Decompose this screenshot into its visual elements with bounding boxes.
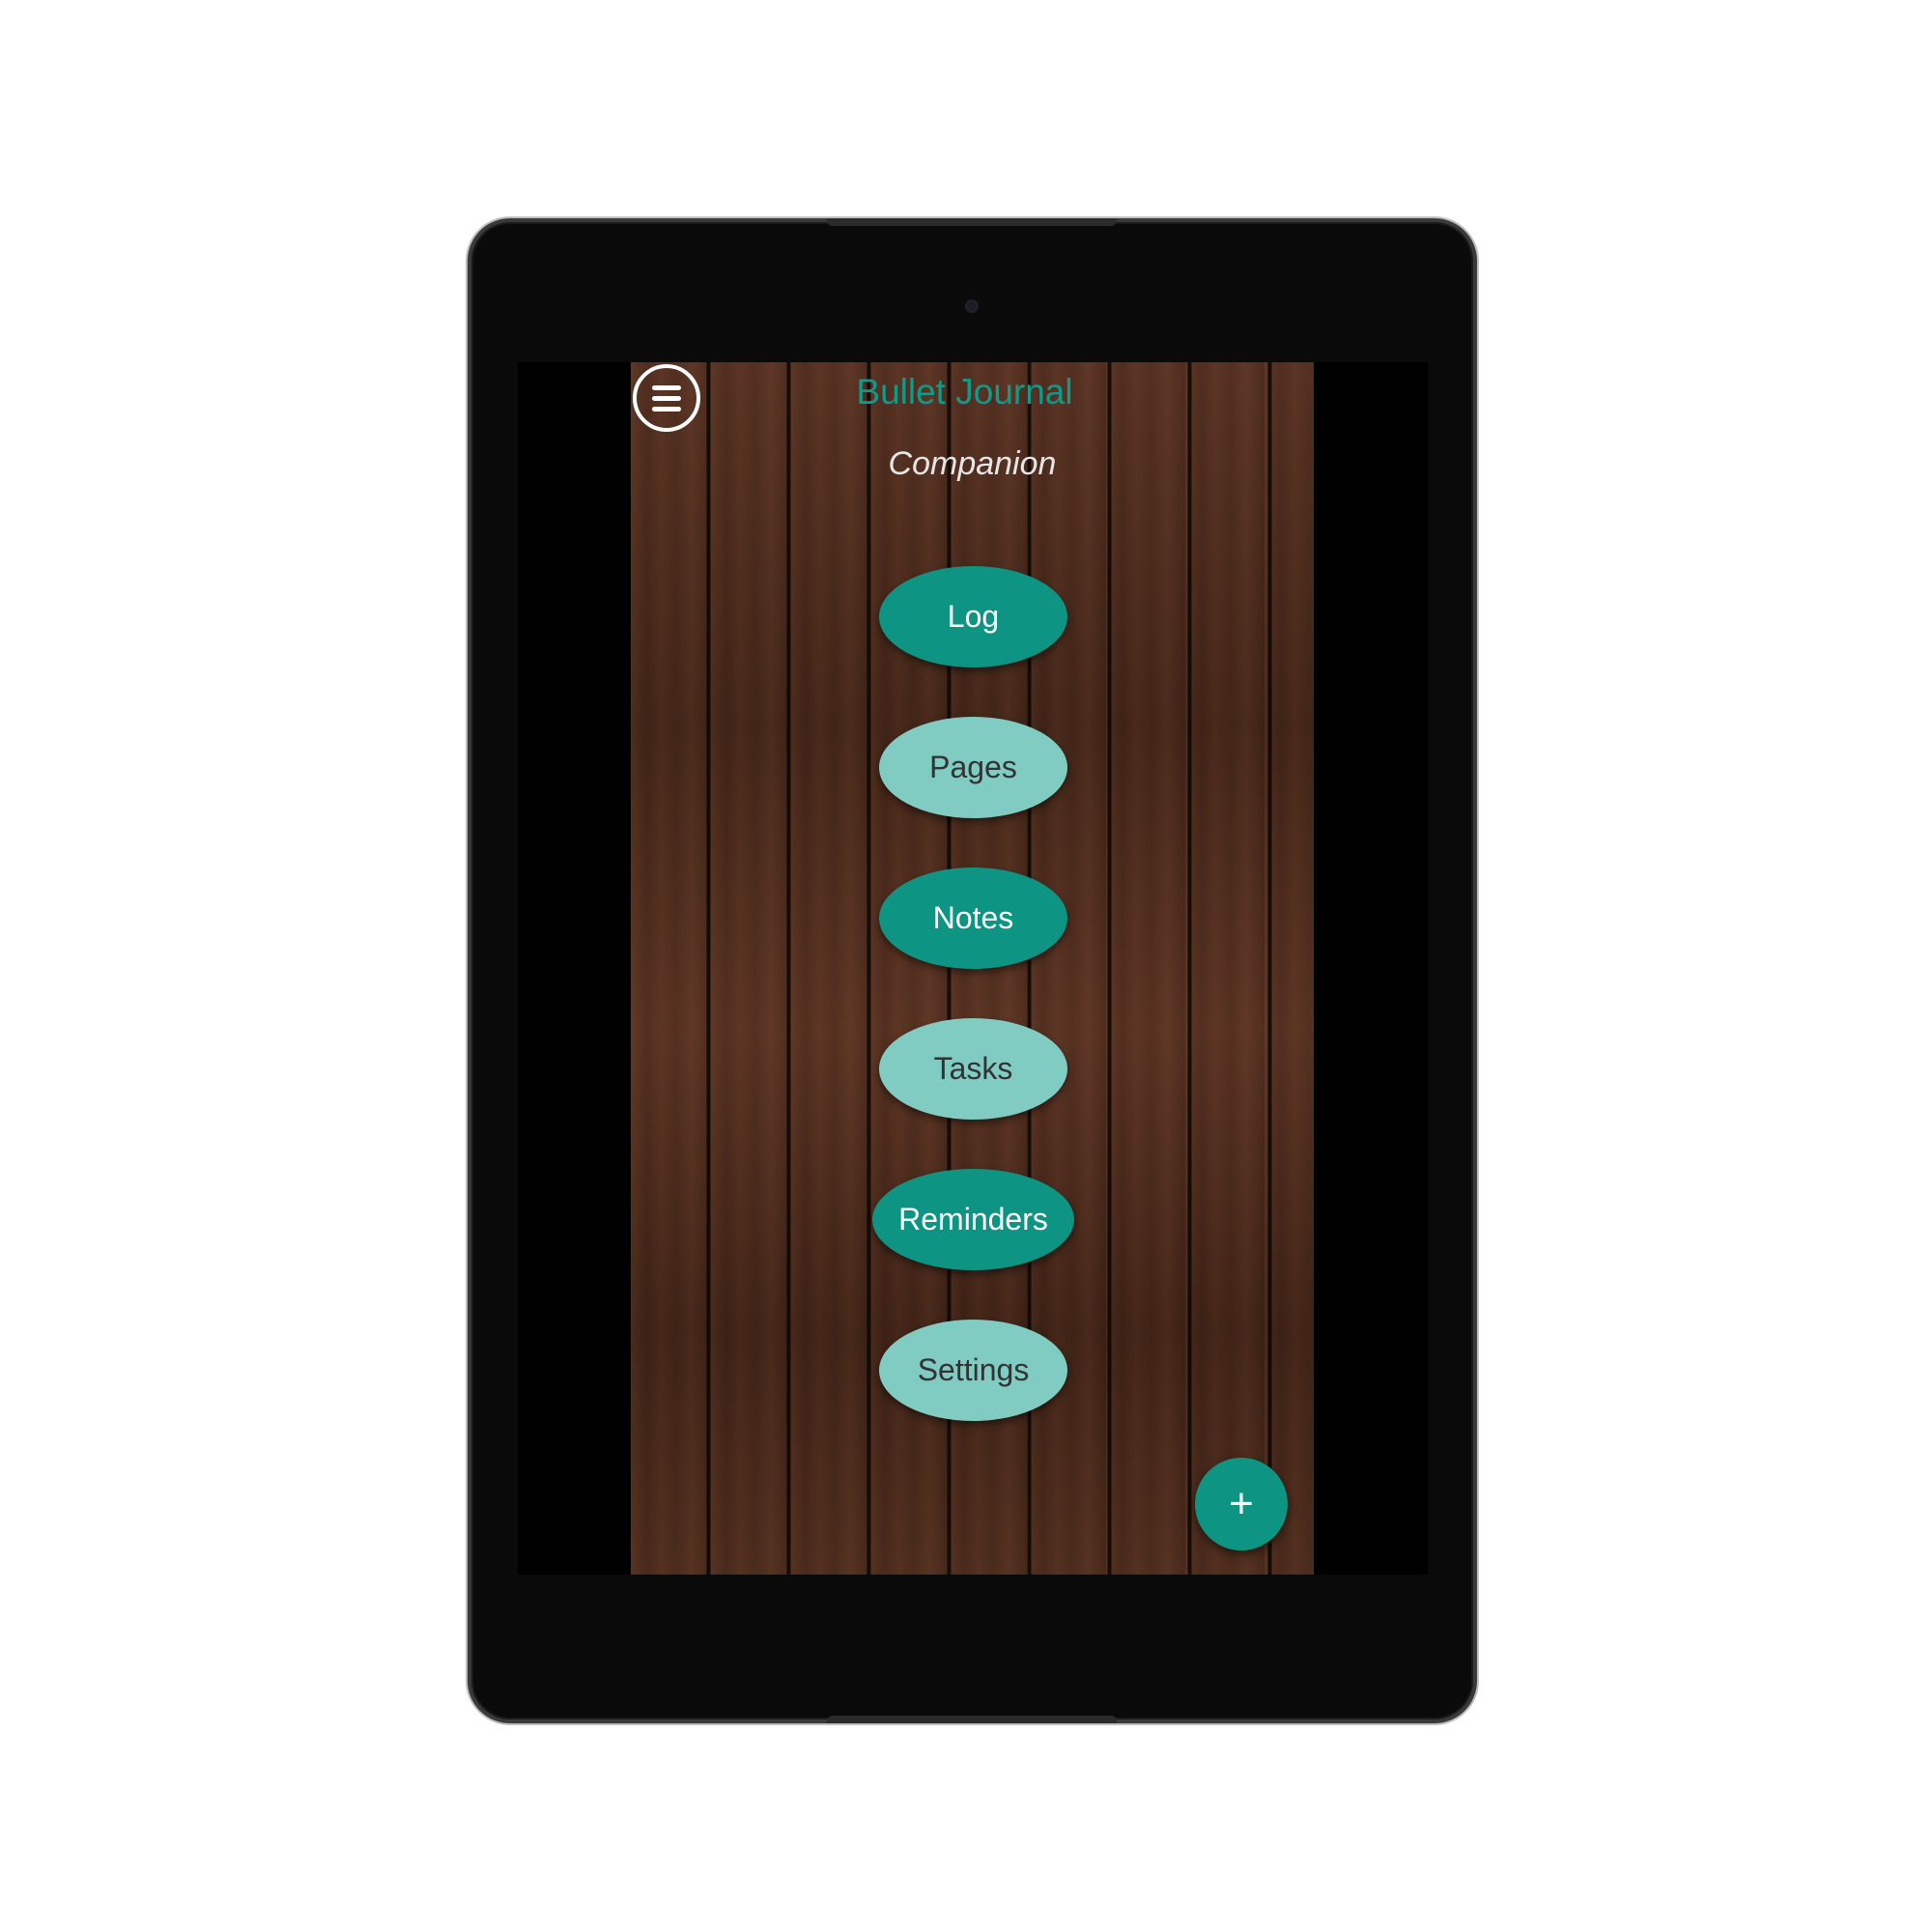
tablet-top-edge: [827, 218, 1117, 226]
main-nav: Log Pages Notes Tasks Reminders Settings: [631, 362, 1314, 1575]
tablet-bottom-edge: [827, 1716, 1117, 1723]
app-background: Bullet Journal Companion Log Pages Notes…: [631, 362, 1314, 1575]
front-camera: [967, 301, 977, 311]
tasks-button[interactable]: Tasks: [879, 1018, 1067, 1120]
notes-button[interactable]: Notes: [879, 867, 1067, 969]
log-button[interactable]: Log: [879, 566, 1067, 668]
tablet-screen: Bullet Journal Companion Log Pages Notes…: [518, 362, 1428, 1575]
tablet-frame: Bullet Journal Companion Log Pages Notes…: [468, 218, 1477, 1723]
pages-button[interactable]: Pages: [879, 717, 1067, 818]
plus-icon: +: [1229, 1480, 1254, 1527]
reminders-button[interactable]: Reminders: [872, 1169, 1074, 1270]
settings-button[interactable]: Settings: [879, 1320, 1067, 1421]
add-fab-button[interactable]: +: [1195, 1458, 1288, 1550]
